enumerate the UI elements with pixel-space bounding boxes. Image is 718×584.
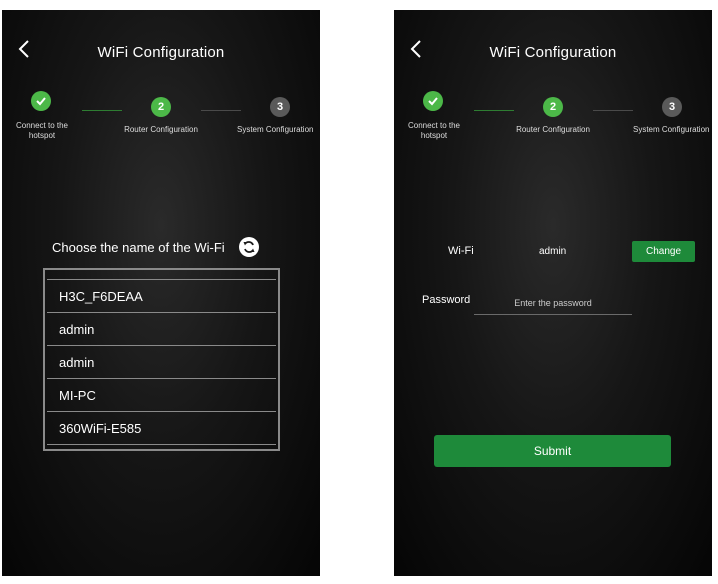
wifi-list-item[interactable]: admin xyxy=(47,346,276,379)
page-title: WiFi Configuration xyxy=(489,44,617,61)
step-3-label: System Configuration xyxy=(237,125,314,134)
step-3-pending: 3 xyxy=(662,97,682,117)
wifi-select-screen: WiFi Configuration 2 3 Connect to the ho… xyxy=(2,10,320,576)
step-connector-2 xyxy=(593,110,633,111)
wifi-network-list: H3C_F6DEAA admin admin MI-PC 360WiFi-E58… xyxy=(43,268,280,451)
wifi-list-item[interactable]: MI-PC xyxy=(47,379,276,412)
step-3-label: System Configuration xyxy=(633,125,710,134)
checkmark-icon xyxy=(36,97,46,106)
step-2-current: 2 xyxy=(151,97,171,117)
wifi-label: Wi-Fi xyxy=(448,245,474,257)
step-2-label: Router Configuration xyxy=(516,125,590,134)
change-wifi-button[interactable]: Change xyxy=(632,241,695,262)
password-label: Password xyxy=(422,294,471,306)
refresh-icon xyxy=(243,241,255,253)
router-config-screen: WiFi Configuration 2 3 Connect to the ho… xyxy=(394,10,712,576)
wifi-list-item[interactable]: 360WiFi-E585 xyxy=(47,412,276,445)
submit-button[interactable]: Submit xyxy=(434,435,671,467)
step-1-label: Connect to the hotspot xyxy=(15,121,69,140)
step-3-pending: 3 xyxy=(270,97,290,117)
step-connector-2 xyxy=(201,110,241,111)
step-2-label: Router Configuration xyxy=(124,125,198,134)
wifi-name-value: admin xyxy=(539,246,567,257)
checkmark-icon xyxy=(428,97,438,106)
step-1-done xyxy=(31,91,51,111)
password-input[interactable] xyxy=(474,292,632,315)
page-title: WiFi Configuration xyxy=(97,44,225,61)
step-connector-1 xyxy=(82,110,122,111)
step-1-done xyxy=(423,91,443,111)
refresh-button[interactable] xyxy=(239,237,259,257)
choose-wifi-label: Choose the name of the Wi-Fi xyxy=(52,240,225,255)
wifi-list-item[interactable]: admin xyxy=(47,313,276,346)
step-2-current: 2 xyxy=(543,97,563,117)
wifi-list-item[interactable]: H3C_F6DEAA xyxy=(47,279,276,313)
step-1-label: Connect to the hotspot xyxy=(407,121,461,140)
step-connector-1 xyxy=(474,110,514,111)
